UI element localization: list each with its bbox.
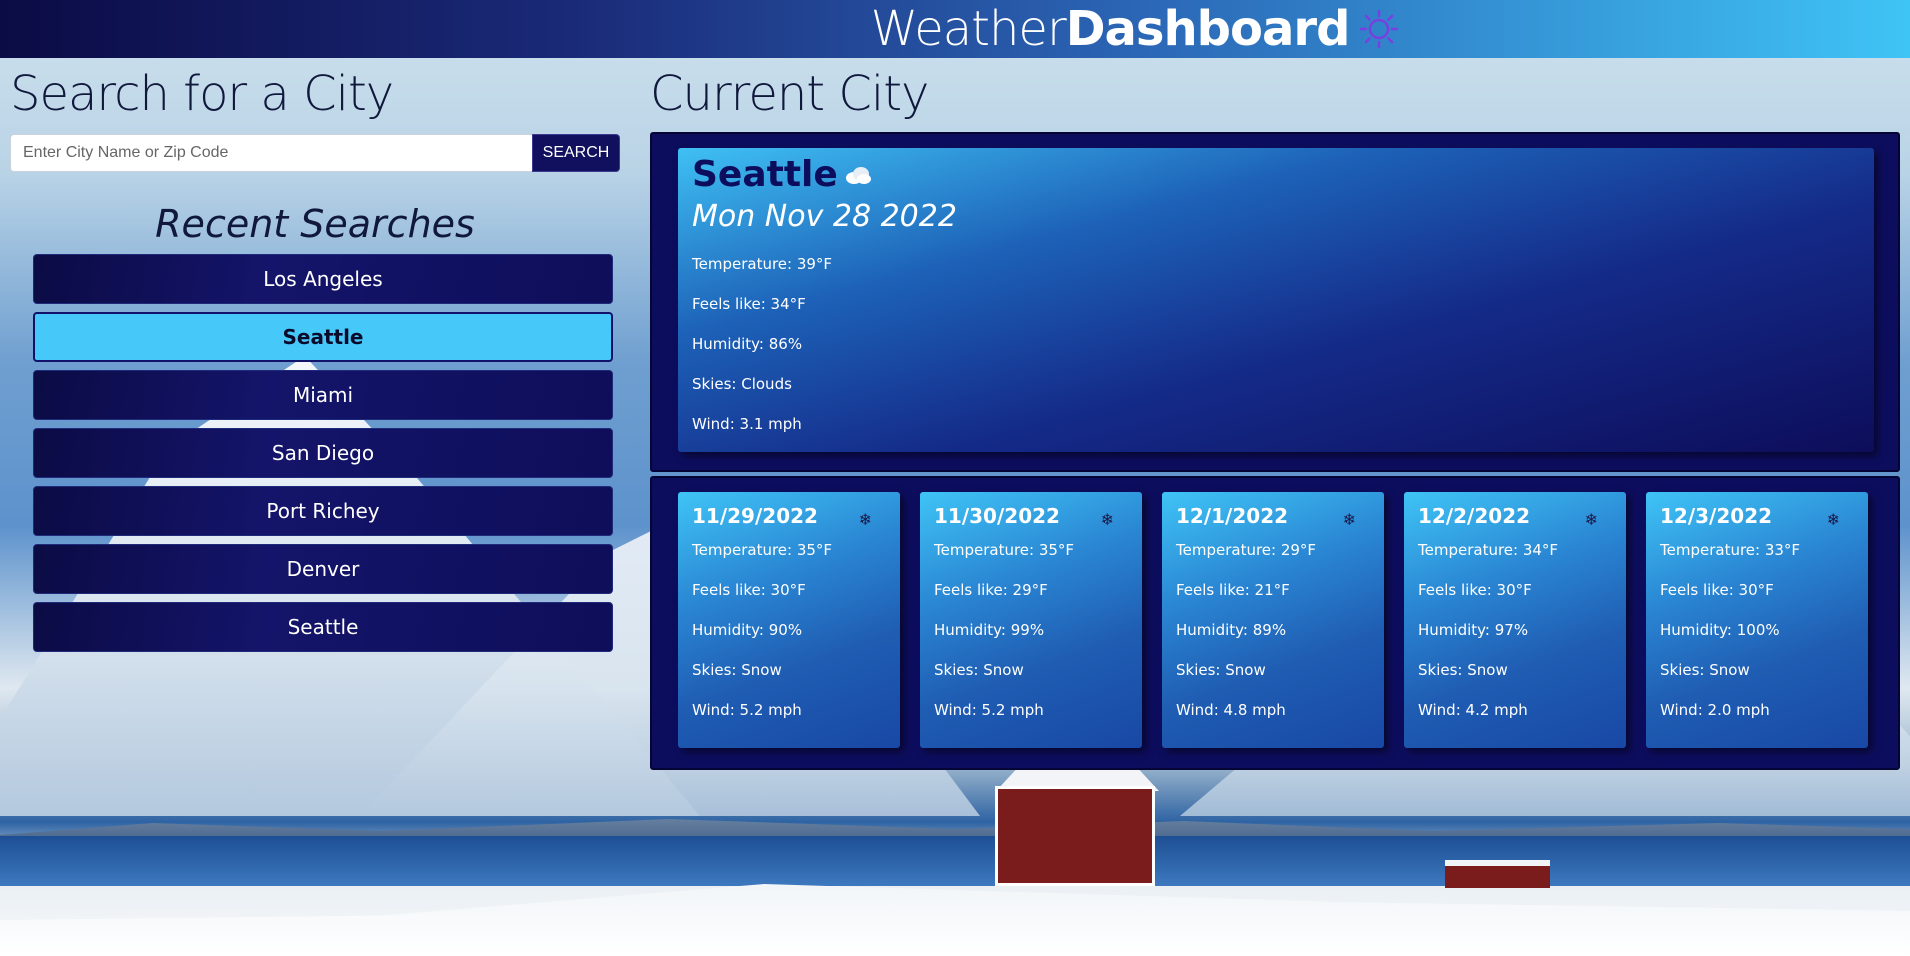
snowflake-icon: ❄: [1342, 509, 1356, 529]
recent-search-button[interactable]: San Diego: [33, 428, 613, 478]
forecast-feels-like: Feels like: 29°F: [934, 581, 1048, 599]
snowflake-icon: ❄: [858, 509, 872, 529]
forecast-skies: Skies: Snow: [1176, 661, 1266, 679]
forecast-feels-like: Feels like: 30°F: [1418, 581, 1532, 599]
search-heading: Search for a City: [10, 66, 394, 122]
forecast-skies: Skies: Snow: [1418, 661, 1508, 679]
snowflake-icon: ❄: [1100, 509, 1114, 529]
forecast-temperature: Temperature: 29°F: [1176, 541, 1317, 559]
forecast-skies: Skies: Snow: [934, 661, 1024, 679]
forecast-humidity: Humidity: 100%: [1660, 621, 1780, 639]
forecast-wind: Wind: 5.2 mph: [692, 701, 802, 719]
city-name: Seattle: [692, 154, 838, 195]
brand-text-light: Weather: [870, 1, 1067, 57]
forecast-wind: Wind: 2.0 mph: [1660, 701, 1770, 719]
forecast-feels-like: Feels like: 30°F: [1660, 581, 1774, 599]
search-panel: Search for a City SEARCH Recent Searches…: [10, 58, 620, 660]
forecast-card: 11/30/2022 ❄ Temperature: 35°F Feels like…: [920, 492, 1142, 748]
forecast-date: 12/1/2022: [1176, 504, 1289, 528]
recent-search-button-active[interactable]: Seattle: [33, 312, 613, 362]
forecast-card: 11/29/2022 ❄ Temperature: 35°F Feels like…: [678, 492, 900, 748]
forecast-card: 12/3/2022 ❄ Temperature: 33°F Feels like:…: [1646, 492, 1868, 748]
search-button[interactable]: SEARCH: [532, 134, 620, 172]
forecast-container: 11/29/2022 ❄ Temperature: 35°F Feels like…: [650, 476, 1900, 770]
current-city-heading: Current City: [650, 66, 929, 122]
forecast-temperature: Temperature: 35°F: [934, 541, 1075, 559]
recent-search-button[interactable]: Seattle: [33, 602, 613, 652]
city-line: Seattle: [692, 154, 1860, 195]
weather-panel: Current City Seattle Mon Nov 28 2022 Tem…: [650, 58, 1900, 770]
current-skies: Skies: Clouds: [692, 375, 792, 393]
sun-icon: [1360, 9, 1399, 49]
search-input[interactable]: [10, 134, 532, 172]
current-temperature: Temperature: 39°F: [692, 255, 833, 273]
forecast-temperature: Temperature: 35°F: [692, 541, 833, 559]
small-hut: [1445, 860, 1550, 888]
forecast-feels-like: Feels like: 30°F: [692, 581, 806, 599]
forecast-humidity: Humidity: 99%: [934, 621, 1045, 639]
recent-search-button[interactable]: Port Richey: [33, 486, 613, 536]
header-bar: Weather Dashboard: [0, 0, 1910, 58]
recent-search-button[interactable]: Los Angeles: [33, 254, 613, 304]
forecast-date: 11/29/2022: [692, 504, 818, 528]
cloud-icon: [845, 166, 871, 184]
current-date: Mon Nov 28 2022: [692, 199, 957, 234]
forecast-wind: Wind: 4.8 mph: [1176, 701, 1286, 719]
forecast-humidity: Humidity: 90%: [692, 621, 803, 639]
recent-search-button[interactable]: Denver: [33, 544, 613, 594]
current-humidity: Humidity: 86%: [692, 335, 803, 353]
forecast-temperature: Temperature: 34°F: [1418, 541, 1559, 559]
forecast-wind: Wind: 4.2 mph: [1418, 701, 1528, 719]
snowflake-icon: ❄: [1584, 509, 1598, 529]
forecast-skies: Skies: Snow: [692, 661, 782, 679]
recent-searches-list: Los Angeles Seattle Miami San Diego Port…: [33, 254, 613, 652]
current-weather-card: Seattle Mon Nov 28 2022 Temperature: 39°…: [678, 148, 1874, 452]
forecast-date: 12/2/2022: [1418, 504, 1531, 528]
sea: [0, 836, 1910, 886]
forecast-date: 11/30/2022: [934, 504, 1060, 528]
current-wind: Wind: 3.1 mph: [692, 415, 802, 433]
forecast-card: 12/1/2022 ❄ Temperature: 29°F Feels like:…: [1162, 492, 1384, 748]
brand-logo: Weather Dashboard: [871, 1, 1400, 57]
brand-text-bold: Dashboard: [1065, 1, 1351, 57]
forecast-temperature: Temperature: 33°F: [1660, 541, 1801, 559]
forecast-date: 12/3/2022: [1660, 504, 1773, 528]
forecast-card: 12/2/2022 ❄ Temperature: 34°F Feels like:…: [1404, 492, 1626, 748]
forecast-wind: Wind: 5.2 mph: [934, 701, 1044, 719]
forecast-humidity: Humidity: 89%: [1176, 621, 1287, 639]
forecast-skies: Skies: Snow: [1660, 661, 1750, 679]
current-feels-like: Feels like: 34°F: [692, 295, 806, 313]
recent-searches-heading: Recent Searches: [155, 202, 475, 246]
snowflake-icon: ❄: [1826, 509, 1840, 529]
red-house: [995, 786, 1155, 886]
current-weather-container: Seattle Mon Nov 28 2022 Temperature: 39°…: [650, 132, 1900, 472]
recent-search-button[interactable]: Miami: [33, 370, 613, 420]
forecast-humidity: Humidity: 97%: [1418, 621, 1529, 639]
forecast-feels-like: Feels like: 21°F: [1176, 581, 1290, 599]
search-form: SEARCH: [10, 134, 620, 172]
